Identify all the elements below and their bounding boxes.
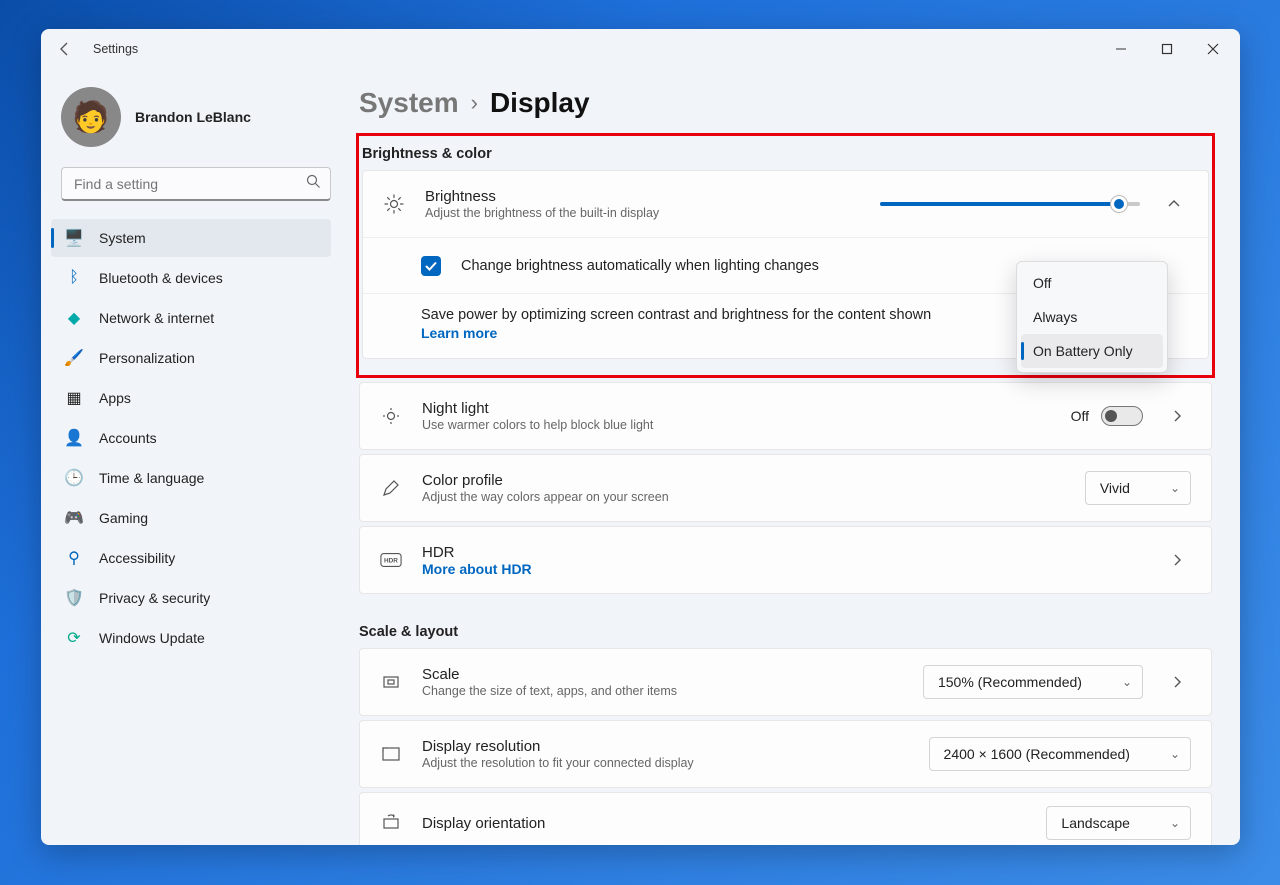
accessibility-icon: ⚲ <box>65 549 83 567</box>
chevron-right-icon: › <box>471 90 478 116</box>
color-profile-select[interactable]: Vivid ⌄ <box>1085 471 1191 505</box>
sidebar-nav: 🖥️System ᛒBluetooth & devices ◆Network &… <box>51 219 341 657</box>
night-light-card[interactable]: Night light Use warmer colors to help bl… <box>359 382 1212 450</box>
resolution-card: Display resolution Adjust the resolution… <box>359 720 1212 788</box>
scale-select[interactable]: 150% (Recommended) ⌄ <box>923 665 1143 699</box>
wifi-icon: ◆ <box>65 309 83 327</box>
night-light-state: Off <box>1071 408 1089 424</box>
titlebar: Settings <box>41 29 1240 69</box>
night-light-desc: Use warmer colors to help block blue lig… <box>422 418 1051 432</box>
orientation-card: Display orientation Landscape ⌄ <box>359 792 1212 845</box>
search-box <box>61 167 331 201</box>
section-title-brightness: Brightness & color <box>362 144 1209 170</box>
sidebar-item-personalization[interactable]: 🖌️Personalization <box>51 339 331 377</box>
sidebar-item-update[interactable]: ⟳Windows Update <box>51 619 331 657</box>
expand-brightness-button[interactable] <box>1160 190 1188 218</box>
sidebar-item-network[interactable]: ◆Network & internet <box>51 299 331 337</box>
sidebar: 🧑 Brandon LeBlanc 🖥️System ᛒBluetooth & … <box>41 69 341 845</box>
shield-icon: 🛡️ <box>65 589 83 607</box>
chevron-down-icon: ⌄ <box>1170 481 1180 495</box>
avatar: 🧑 <box>61 87 121 147</box>
sidebar-item-apps[interactable]: ▦Apps <box>51 379 331 417</box>
night-light-icon <box>380 406 402 426</box>
search-input[interactable] <box>61 167 331 201</box>
brush-icon: 🖌️ <box>65 349 83 367</box>
chevron-down-icon: ⌄ <box>1122 675 1132 689</box>
auto-brightness-label: Change brightness automatically when lig… <box>461 258 819 274</box>
user-name: Brandon LeBlanc <box>135 109 251 125</box>
color-profile-desc: Adjust the way colors appear on your scr… <box>422 490 1065 504</box>
settings-window: Settings 🧑 Brandon LeBlanc <box>41 29 1240 845</box>
dropdown-item-off[interactable]: Off <box>1021 266 1163 300</box>
brightness-slider[interactable] <box>880 202 1140 206</box>
update-icon: ⟳ <box>65 629 83 647</box>
svg-text:HDR: HDR <box>384 558 398 565</box>
bluetooth-icon: ᛒ <box>65 269 83 287</box>
hdr-card[interactable]: HDR HDR More about HDR <box>359 526 1212 594</box>
sidebar-item-accessibility[interactable]: ⚲Accessibility <box>51 539 331 577</box>
minimize-button[interactable] <box>1098 29 1144 69</box>
night-light-title: Night light <box>422 400 1051 417</box>
save-power-text: Save power by optimizing screen contrast… <box>421 307 931 323</box>
dropdown-item-always[interactable]: Always <box>1021 300 1163 334</box>
scale-title: Scale <box>422 666 903 683</box>
search-icon <box>306 174 321 194</box>
scale-card: Scale Change the size of text, apps, and… <box>359 648 1212 716</box>
pen-icon <box>380 478 402 498</box>
sun-icon <box>383 194 405 214</box>
orientation-select[interactable]: Landscape ⌄ <box>1046 806 1191 840</box>
back-button[interactable] <box>45 29 85 69</box>
chevron-down-icon: ⌄ <box>1170 816 1180 830</box>
brightness-mode-dropdown: Off Always On Battery Only <box>1016 261 1168 373</box>
breadcrumb: System › Display <box>359 69 1212 133</box>
night-light-toggle[interactable] <box>1101 406 1143 426</box>
hdr-link[interactable]: More about HDR <box>422 561 1143 577</box>
auto-brightness-checkbox[interactable] <box>421 256 441 276</box>
account-icon: 👤 <box>65 429 83 447</box>
brightness-title: Brightness <box>425 188 860 205</box>
sidebar-item-gaming[interactable]: 🎮Gaming <box>51 499 331 537</box>
clock-icon: 🕒 <box>65 469 83 487</box>
hdr-more-button[interactable] <box>1163 546 1191 574</box>
monitor-icon: 🖥️ <box>65 229 83 247</box>
dropdown-item-battery[interactable]: On Battery Only <box>1021 334 1163 368</box>
section-title-scale: Scale & layout <box>359 622 1212 648</box>
maximize-button[interactable] <box>1144 29 1190 69</box>
sidebar-item-accounts[interactable]: 👤Accounts <box>51 419 331 457</box>
breadcrumb-current: Display <box>490 87 590 119</box>
brightness-desc: Adjust the brightness of the built-in di… <box>425 206 860 220</box>
scale-icon <box>380 672 402 692</box>
learn-more-link[interactable]: Learn more <box>421 325 497 341</box>
app-title: Settings <box>93 42 138 56</box>
close-button[interactable] <box>1190 29 1236 69</box>
main-pane: System › Display Brightness & color Brig… <box>341 69 1240 845</box>
user-profile[interactable]: 🧑 Brandon LeBlanc <box>51 79 341 167</box>
color-profile-card: Color profile Adjust the way colors appe… <box>359 454 1212 522</box>
sidebar-item-privacy[interactable]: 🛡️Privacy & security <box>51 579 331 617</box>
apps-icon: ▦ <box>65 389 83 407</box>
gaming-icon: 🎮 <box>65 509 83 527</box>
color-profile-title: Color profile <box>422 472 1065 489</box>
scale-desc: Change the size of text, apps, and other… <box>422 684 903 698</box>
sidebar-item-system[interactable]: 🖥️System <box>51 219 331 257</box>
resolution-title: Display resolution <box>422 738 909 755</box>
chevron-down-icon: ⌄ <box>1170 747 1180 761</box>
hdr-title: HDR <box>422 544 1143 561</box>
hdr-icon: HDR <box>380 552 402 568</box>
sidebar-item-time[interactable]: 🕒Time & language <box>51 459 331 497</box>
orientation-title: Display orientation <box>422 815 1026 832</box>
resolution-icon <box>380 744 402 764</box>
scale-more-button[interactable] <box>1163 668 1191 696</box>
breadcrumb-parent[interactable]: System <box>359 87 459 119</box>
orientation-icon <box>380 813 402 833</box>
night-light-more-button[interactable] <box>1163 402 1191 430</box>
resolution-desc: Adjust the resolution to fit your connec… <box>422 756 909 770</box>
resolution-select[interactable]: 2400 × 1600 (Recommended) ⌄ <box>929 737 1191 771</box>
sidebar-item-bluetooth[interactable]: ᛒBluetooth & devices <box>51 259 331 297</box>
